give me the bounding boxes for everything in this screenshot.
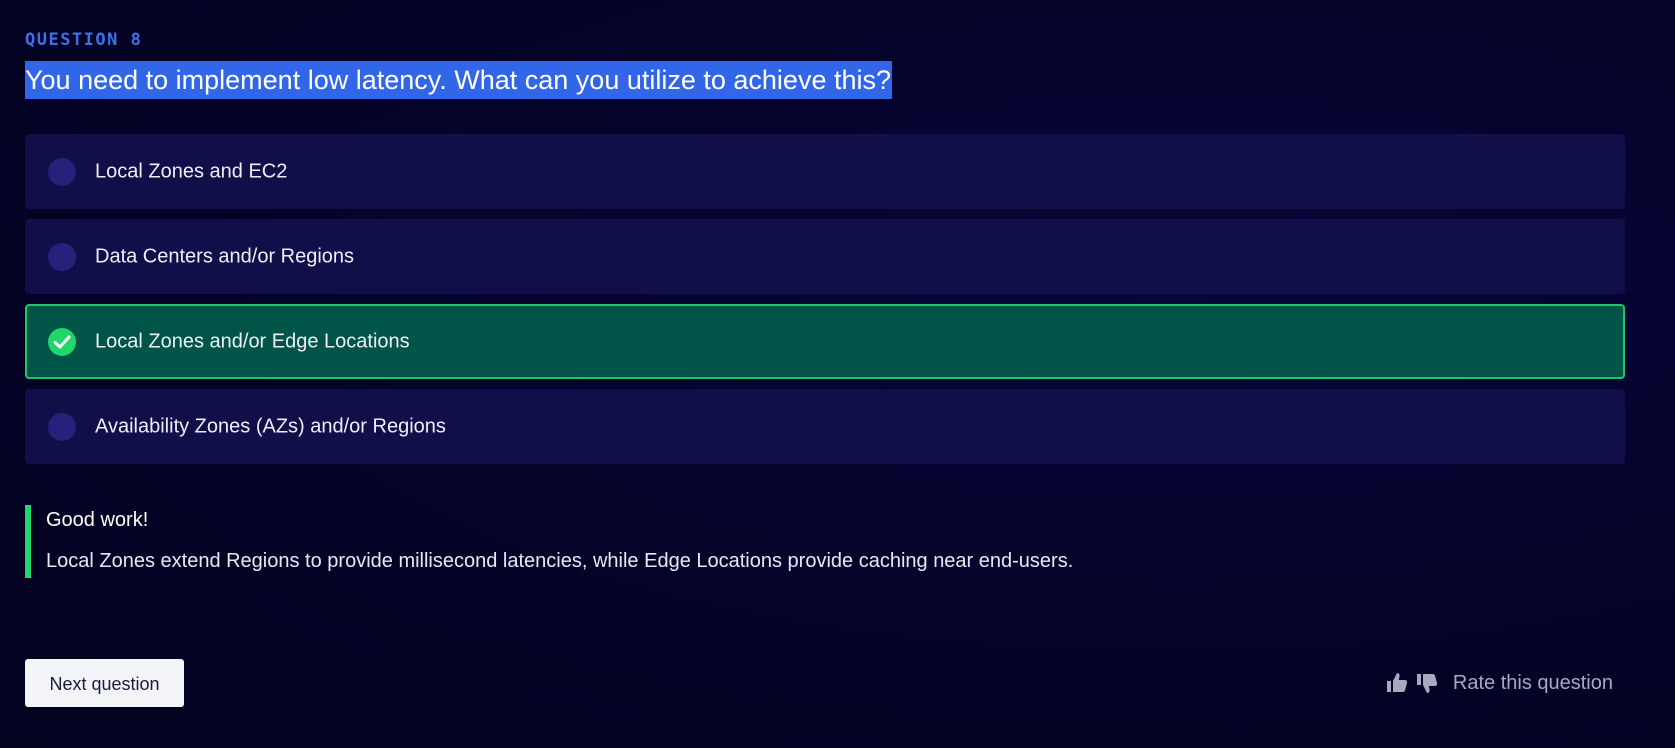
radio-icon[interactable] (48, 157, 76, 186)
thumbs-up-icon[interactable] (1385, 671, 1409, 695)
question-text: You need to implement low latency. What … (25, 61, 892, 99)
check-circle-icon[interactable] (48, 327, 76, 356)
answer-option-label: Local Zones and/or Edge Locations (95, 330, 410, 352)
answer-option-2[interactable]: Data Centers and/or Regions (25, 219, 1625, 294)
answer-option-label: Local Zones and EC2 (95, 160, 288, 182)
answer-option-1[interactable]: Local Zones and EC2 (25, 134, 1625, 209)
radio-icon[interactable] (48, 412, 76, 441)
answer-option-label: Data Centers and/or Regions (95, 245, 355, 267)
next-question-button[interactable]: Next question (25, 659, 184, 707)
rate-question-label[interactable]: Rate this question (1453, 672, 1613, 695)
question-number: QUESTION 8 (25, 30, 143, 50)
answer-options: Local Zones and EC2 Data Centers and/or … (25, 134, 1625, 474)
answer-option-4[interactable]: Availability Zones (AZs) and/or Regions (25, 389, 1625, 464)
quiz-page: QUESTION 8 You need to implement low lat… (0, 0, 1675, 748)
answer-option-3[interactable]: Local Zones and/or Edge Locations (25, 304, 1625, 379)
feedback-panel: Good work! Local Zones extend Regions to… (25, 505, 1073, 578)
thumbs-down-icon[interactable] (1415, 671, 1439, 695)
rate-question: Rate this question (1385, 668, 1613, 698)
radio-icon[interactable] (48, 242, 76, 271)
answer-option-label: Availability Zones (AZs) and/or Regions (95, 415, 446, 437)
feedback-title: Good work! (46, 509, 149, 531)
feedback-explanation: Local Zones extend Regions to provide mi… (46, 550, 1074, 572)
